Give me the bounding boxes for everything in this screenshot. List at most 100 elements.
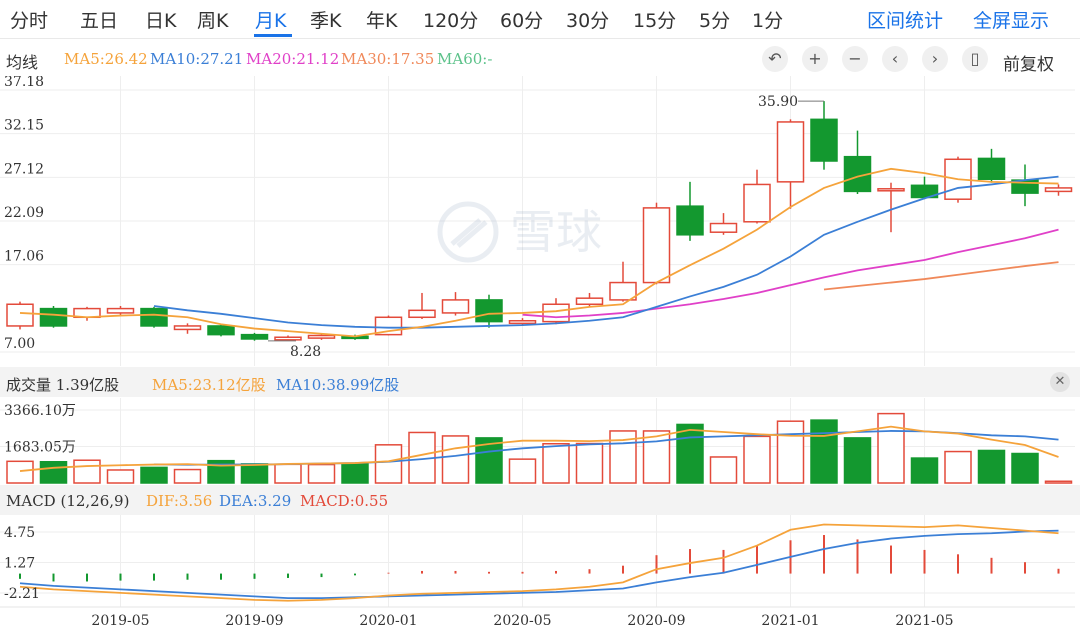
ma30-label: MA30:17.35 <box>341 50 435 68</box>
volume-bar <box>106 469 135 484</box>
volume-bar <box>341 463 369 484</box>
macd-axis-label: 1.27 <box>4 555 35 571</box>
date-tick-label: 2019-05 <box>91 613 149 629</box>
macd-axis-label: 4.75 <box>4 525 35 541</box>
date-tick-label: 2020-01 <box>359 613 417 629</box>
volume-bar <box>140 466 168 484</box>
reset-icon[interactable]: ↶ <box>762 46 788 72</box>
ma-legend-row: 均线 MA5:26.42 MA10:27.21 MA20:21.12 MA30:… <box>0 44 1080 75</box>
volume-bar <box>743 435 771 484</box>
volume-bar <box>240 463 269 484</box>
fullscreen-link[interactable]: 全屏显示 <box>973 6 1049 33</box>
volume-ma5-label: MA5:23.12亿股 <box>152 376 266 394</box>
tab-60-min[interactable]: 60分 <box>500 6 543 33</box>
candle-body <box>408 309 436 319</box>
volume-bar <box>977 449 1006 484</box>
volume-bar <box>39 460 68 484</box>
volume-bar <box>877 412 905 484</box>
candle-body <box>207 325 235 336</box>
candle-body <box>240 333 269 340</box>
tab-120-min[interactable]: 120分 <box>423 6 478 33</box>
volume-bar <box>1044 480 1073 484</box>
volume-bar <box>542 442 570 484</box>
volume-bar <box>1011 452 1039 484</box>
candle-body <box>106 307 135 314</box>
volume-bar <box>575 442 604 484</box>
volume-bar <box>676 423 704 484</box>
price-axis-label: 32.15 <box>4 118 44 134</box>
date-tick-label: 2021-01 <box>761 613 819 629</box>
volume-header: 成交量 1.39亿股 MA5:23.12亿股 MA10:38.99亿股 ✕ <box>0 367 1080 397</box>
candle-body <box>475 299 503 323</box>
price-axis-label: 22.09 <box>4 205 44 221</box>
range-stats-link[interactable]: 区间统计 <box>867 6 943 33</box>
high-annotation: 35.90 <box>758 94 798 110</box>
volume-bar <box>374 444 403 484</box>
scroll-right-icon[interactable]: › <box>922 46 948 72</box>
ma60-label: MA60:- <box>437 50 493 68</box>
volume-axis-label: 1683.05万 <box>4 440 76 456</box>
price-chart[interactable]: 雪球 37.18 32.15 27.12 22.09 17.06 7.00 35.90 8.2… <box>0 76 1080 366</box>
tab-5-min[interactable]: 5分 <box>699 6 730 33</box>
close-volume-icon[interactable]: ✕ <box>1050 372 1070 392</box>
tab-five-day[interactable]: 五日 <box>80 6 118 33</box>
tab-intraday[interactable]: 分时 <box>10 6 48 33</box>
candle-body <box>743 183 771 223</box>
ma5-label: MA5:26.42 <box>64 50 148 68</box>
macd-dea-label: DEA:3.29 <box>219 492 292 510</box>
candle-body <box>1044 187 1073 193</box>
candle-body <box>140 307 168 327</box>
candle-body <box>575 297 604 306</box>
tab-quarter-k[interactable]: 季K <box>310 6 341 33</box>
zoom-in-icon[interactable]: + <box>802 46 828 72</box>
candle-style-icon[interactable]: ▯ <box>962 46 988 72</box>
volume-bar <box>642 430 671 484</box>
tab-month-k[interactable]: 月K <box>255 6 286 33</box>
volume-bar <box>274 463 302 484</box>
volume-bar <box>173 468 202 484</box>
tab-15-min[interactable]: 15分 <box>633 6 676 33</box>
volume-bar <box>73 459 101 484</box>
macd-dif-label: DIF:3.56 <box>146 492 213 510</box>
date-tick-label: 2020-05 <box>493 613 551 629</box>
candle-body <box>542 303 570 323</box>
watermark-text: 雪球 <box>510 205 602 259</box>
candle-body <box>39 307 68 327</box>
scroll-left-icon[interactable]: ‹ <box>882 46 908 72</box>
candle-body <box>508 319 537 325</box>
volume-chart[interactable]: 3366.10万 1683.05万 <box>0 398 1080 484</box>
volume-bar <box>810 419 838 484</box>
macd-value-label: MACD:0.55 <box>300 492 389 510</box>
tab-1-min[interactable]: 1分 <box>752 6 783 33</box>
tab-day-k[interactable]: 日K <box>145 6 176 33</box>
volume-bar <box>843 437 872 484</box>
volume-bar <box>776 420 805 484</box>
period-tabs: 分时 五日 日K 周K 月K 季K 年K 120分 60分 30分 15分 5分… <box>0 0 1080 39</box>
candle-body <box>173 325 202 331</box>
zoom-out-icon[interactable]: − <box>842 46 868 72</box>
price-axis-label: 37.18 <box>4 76 44 90</box>
candle-body <box>676 205 704 236</box>
macd-axis-label: -2.21 <box>4 586 40 602</box>
tab-week-k[interactable]: 周K <box>197 6 228 33</box>
volume-title: 成交量 1.39亿股 <box>6 376 120 394</box>
low-annotation: 8.28 <box>290 344 321 360</box>
macd-title: MACD (12,26,9) <box>6 492 130 510</box>
volume-bar <box>709 456 738 484</box>
volume-bar <box>944 450 972 484</box>
adjust-restore-button[interactable]: 前复权 <box>1003 50 1054 75</box>
watermark: 雪球 <box>437 201 602 263</box>
date-tick-label: 2021-05 <box>895 613 953 629</box>
candle-body <box>307 334 336 339</box>
tab-30-min[interactable]: 30分 <box>566 6 609 33</box>
price-axis-label: 7.00 <box>4 336 35 352</box>
price-axis-label: 17.06 <box>4 249 44 265</box>
tab-year-k[interactable]: 年K <box>366 6 397 33</box>
ma30-line <box>823 261 1059 291</box>
active-tab-underline <box>254 34 292 37</box>
date-tick-label: 2019-09 <box>225 613 283 629</box>
candle-body <box>977 157 1006 180</box>
ma-title: 均线 <box>6 53 39 72</box>
macd-chart[interactable]: 4.75 1.27 -2.21 2019-05 2019-09 2020-01 2020-… <box>0 515 1080 631</box>
volume-bar <box>441 435 470 484</box>
